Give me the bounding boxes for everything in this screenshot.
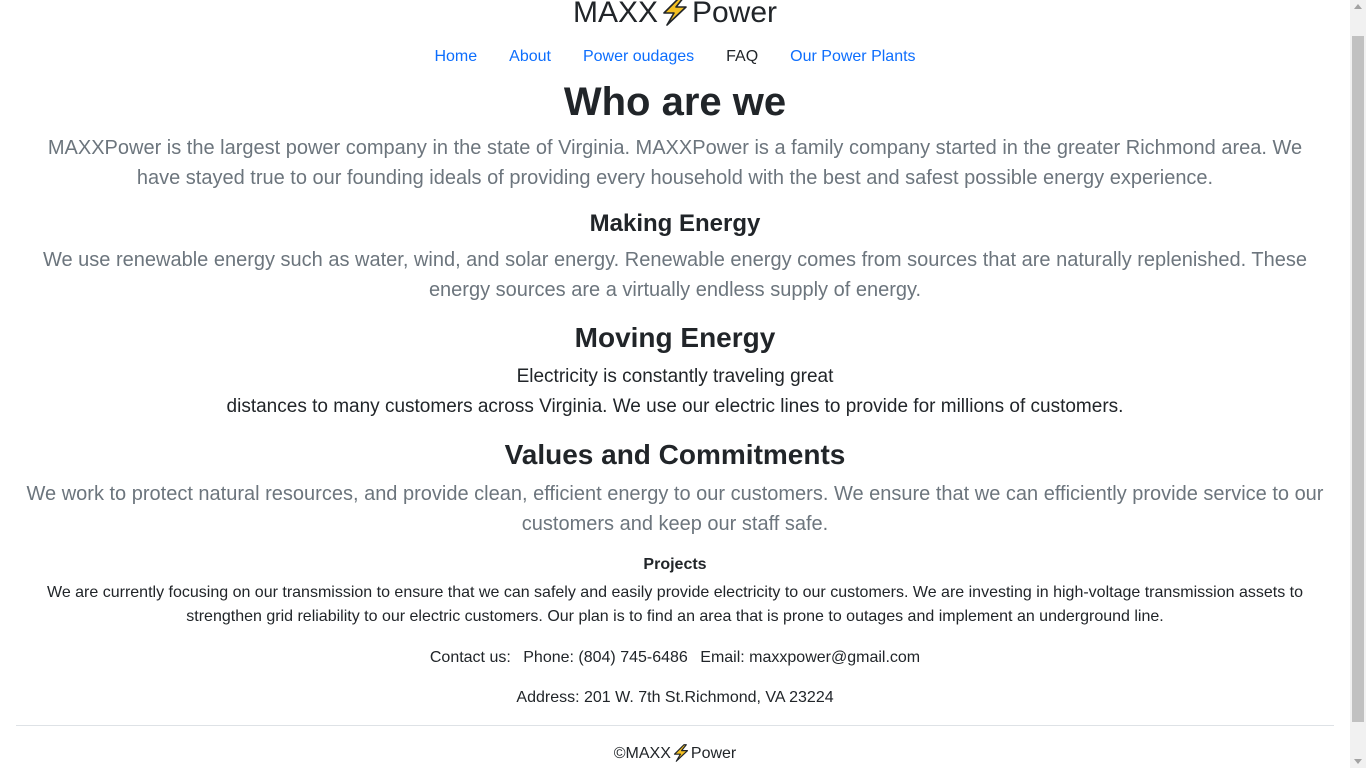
brand-name-right: Power [691,0,778,29]
contact-phone: Phone: (804) 745-6486 [523,649,688,666]
vertical-scrollbar[interactable] [1350,0,1366,768]
lightning-bolt-icon [658,0,692,39]
intro-paragraph: MAXXPower is the largest power company i… [47,137,1303,189]
main-nav: Home About Power oudages FAQ Our Power P… [0,44,1350,70]
scroll-down-arrow-icon[interactable] [1354,759,1362,764]
contact-label: Contact us: [429,649,511,666]
moving-energy-line-2: distances to many customers across Virgi… [226,396,1124,417]
nav-about-link[interactable]: About [509,44,551,70]
footer-lightning-bolt-icon [671,744,691,769]
moving-energy-line-1: Electricity is constantly traveling grea… [516,366,834,387]
brand-logo: MAXX Power [0,0,1350,39]
values-heading: Values and Commitments [504,439,846,470]
making-energy-text: We use renewable energy such as water, w… [42,249,1308,301]
moving-energy-heading: Moving Energy [574,322,776,353]
scroll-up-arrow-icon[interactable] [1354,4,1362,9]
values-text: We work to protect natural resources, an… [26,483,1324,535]
nav-home-link[interactable]: Home [434,44,477,70]
contact-line: Contact us: Phone: (804) 745-6486 Email:… [0,647,1350,669]
footer-copyright-text: ©MAXX [613,745,671,762]
scrollbar-thumb[interactable] [1352,36,1364,722]
nav-power-plants-link[interactable]: Our Power Plants [790,44,915,70]
contact-email: Email: maxxpower@gmail.com [700,649,921,666]
contact-address: Address: 201 W. 7th St.Richmond, VA 2322… [516,689,834,706]
nav-faq-link[interactable]: FAQ [726,44,758,70]
footer-divider [16,725,1334,726]
projects-text: We are currently focusing on our transmi… [47,584,1303,625]
page-title: Who are we [563,80,787,124]
making-energy-heading: Making Energy [589,210,761,237]
nav-power-outages-link[interactable]: Power oudages [583,44,694,70]
page: MAXX Power Home About Power oudages FAQ O… [0,0,1350,768]
brand-name-left: MAXX [572,0,658,29]
projects-heading: Projects [643,556,707,573]
footer-brand-right: Power [690,745,737,762]
footer-copyright: ©MAXX Power [0,743,1350,769]
